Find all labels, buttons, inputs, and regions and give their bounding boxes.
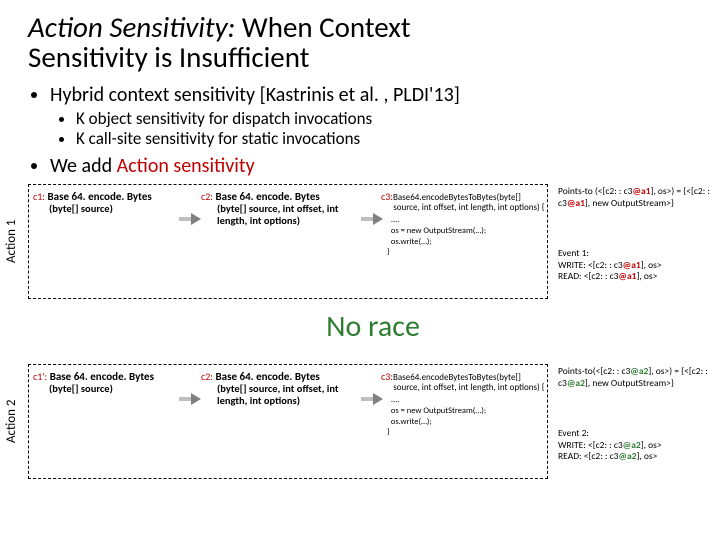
c2p-sig: (byte[] source, int offset, int length, … bbox=[217, 383, 369, 407]
arrow-icon bbox=[361, 213, 383, 225]
trace-box-1: c1: Base 64. encode. Bytes (byte[] sourc… bbox=[28, 184, 548, 299]
bullet-obj-sens: K object sensitivity for dispatch invoca… bbox=[76, 109, 692, 129]
c1p-sig: (byte[] source) bbox=[49, 382, 113, 395]
bullet-list: Hybrid context sensitivity [Kastrinis et… bbox=[28, 83, 692, 107]
n2-w-post: ], os> bbox=[641, 439, 662, 451]
c1p-fn: Base 64. encode. Bytes bbox=[50, 370, 154, 383]
c2-label: c2: bbox=[201, 190, 213, 203]
c3-label: c3: bbox=[381, 190, 393, 203]
slide-title-line1: Action Sensitivity: When Context bbox=[28, 12, 692, 42]
n1-r-pre: READ: <[c2: : c3 bbox=[558, 270, 618, 282]
sub-bullet-list: K object sensitivity for dispatch invoca… bbox=[50, 109, 692, 150]
n1-w-a: @a1 bbox=[623, 259, 641, 271]
c3-fn: Base64.encodeBytesToBytes(byte[] source,… bbox=[381, 192, 545, 213]
n1-alloc2: @a1 bbox=[567, 197, 585, 209]
n1-r-post: ], os> bbox=[636, 270, 657, 282]
n1-alloc: @a1 bbox=[632, 185, 650, 197]
c3-code: .... os = new OutputStream(…); os.write(… bbox=[387, 215, 547, 258]
n2-w-a: @a2 bbox=[623, 439, 641, 451]
c2p-label: c2: bbox=[201, 370, 213, 383]
no-race-label: No race bbox=[28, 308, 718, 345]
notes1-pts: Points-to (<[c2: : c3@a1], os>) = {<[c2:… bbox=[558, 186, 718, 210]
arrow-icon bbox=[361, 393, 383, 405]
n2-r-post: ], os> bbox=[636, 450, 657, 462]
trace1-c3: c3:Base64.encodeBytesToBytes(byte[] sour… bbox=[381, 191, 547, 258]
c1-fn: Base 64. encode. Bytes bbox=[47, 190, 151, 203]
n2-r-a: @a2 bbox=[618, 450, 636, 462]
bullet-action-emph: Action sensitivity bbox=[117, 154, 255, 178]
n2-r-pre: READ: <[c2: : c3 bbox=[558, 450, 618, 462]
n2-alloc: @a2 bbox=[630, 365, 648, 377]
n1-r-a: @a1 bbox=[618, 270, 636, 282]
n2-pts-pre: Points-to(<[c2: : c3 bbox=[558, 365, 630, 377]
notes2-pts: Points-to(<[c2: : c3@a2], os>) = {<[c2: … bbox=[558, 366, 718, 390]
trace2-c2: c2: Base 64. encode. Bytes (byte[] sourc… bbox=[201, 371, 369, 408]
notes1-evt: Event 1: WRITE: <[c2: : c3@a1], os> READ… bbox=[558, 248, 718, 284]
bullet-hybrid: Hybrid context sensitivity [Kastrinis et… bbox=[50, 83, 692, 107]
trace-box-2: c1': Base 64. encode. Bytes (byte[] sour… bbox=[28, 364, 548, 479]
c1p-label: c1': bbox=[33, 370, 47, 383]
trace2-c3: c3:Base64.encodeBytesToBytes(byte[] sour… bbox=[381, 371, 547, 438]
n1-pts-pre: Points-to (<[c2: : c3 bbox=[558, 185, 632, 197]
slide: Action Sensitivity: When Context Sensiti… bbox=[0, 0, 720, 492]
n1-w-post: ], os> bbox=[641, 259, 662, 271]
n1-evt-title: Event 1: bbox=[558, 247, 589, 259]
c2p-fn: Base 64. encode. Bytes bbox=[215, 370, 319, 383]
c3p-code: .... os = new OutputStream(…); os.write(… bbox=[387, 395, 547, 438]
n2-alloc2: @a2 bbox=[567, 377, 585, 389]
n2-pts-mid2: ], new OutputStream>} bbox=[585, 377, 674, 389]
c3p-label: c3: bbox=[381, 370, 393, 383]
bullet-action-sens: We add Action sensitivity bbox=[50, 154, 692, 178]
slide-title-line2: Sensitivity is Insufficient bbox=[28, 42, 692, 72]
n2-w-pre: WRITE: <[c2: : c3 bbox=[558, 439, 623, 451]
n1-w-pre: WRITE: <[c2: : c3 bbox=[558, 259, 623, 271]
trace1-c1: c1: Base 64. encode. Bytes (byte[] sourc… bbox=[33, 191, 181, 216]
arrow-icon bbox=[179, 213, 201, 225]
bullet-list-2: We add Action sensitivity bbox=[28, 154, 692, 178]
bullet-callsite-sens: K call-site sensitivity for static invoc… bbox=[76, 129, 692, 149]
notes2-evt: Event 2: WRITE: <[c2: : c3@a2], os> READ… bbox=[558, 428, 718, 464]
c3p-fn: Base64.encodeBytesToBytes(byte[] source,… bbox=[381, 372, 545, 393]
bullet-action-pre: We add bbox=[50, 154, 117, 178]
c2-fn: Base 64. encode. Bytes bbox=[215, 190, 319, 203]
c1-sig: (byte[] source) bbox=[49, 202, 113, 215]
action1-label: Action 1 bbox=[4, 184, 24, 299]
n2-evt-title: Event 2: bbox=[558, 427, 589, 439]
trace1-c2: c2: Base 64. encode. Bytes (byte[] sourc… bbox=[201, 191, 369, 228]
c2-sig: (byte[] source, int offset, int length, … bbox=[217, 203, 369, 227]
arrow-icon bbox=[179, 393, 201, 405]
c1-label: c1: bbox=[33, 190, 45, 203]
diagram-area: Action 1 Action 2 c1: Base 64. encode. B… bbox=[28, 184, 692, 484]
n1-pts-mid2: ], new OutputStream>} bbox=[585, 197, 674, 209]
action2-label: Action 2 bbox=[4, 364, 24, 479]
trace2-c1: c1': Base 64. encode. Bytes (byte[] sour… bbox=[33, 371, 181, 396]
